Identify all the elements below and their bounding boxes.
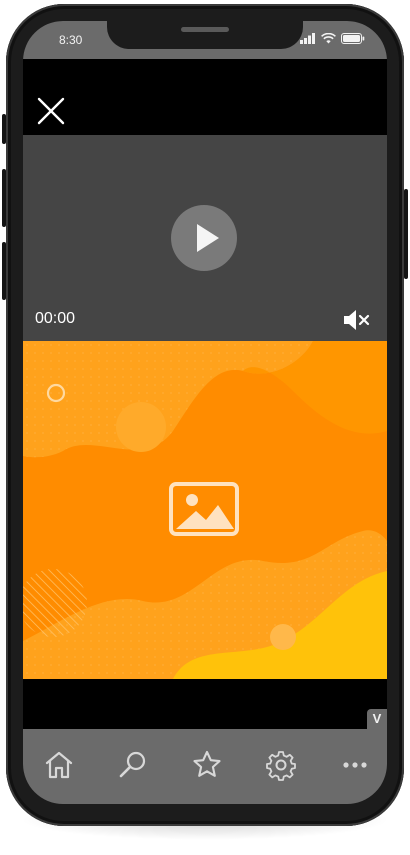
video-current-time: 00:00 — [35, 310, 76, 327]
more-icon — [343, 762, 367, 768]
image-placeholder — [168, 481, 240, 537]
status-time: 8:30 — [59, 33, 83, 47]
status-icons — [300, 33, 365, 44]
status-bar: 8:30 — [23, 21, 387, 59]
close-icon — [37, 97, 65, 125]
signal-icon — [300, 33, 315, 44]
play-button[interactable] — [171, 205, 237, 271]
video-player[interactable]: 00:00 — [23, 135, 387, 341]
play-icon — [197, 224, 219, 252]
image-icon — [169, 482, 239, 536]
v-badge[interactable]: V — [367, 709, 387, 729]
tab-bar — [23, 729, 387, 804]
bottom-bar: V — [23, 679, 387, 729]
battery-icon — [341, 33, 365, 44]
speaker-muted-icon — [344, 310, 370, 330]
speaker-grille — [181, 27, 229, 32]
side-button-left-1 — [2, 114, 6, 144]
tab-search[interactable] — [115, 747, 151, 783]
star-icon — [193, 750, 221, 777]
side-button-right — [404, 189, 408, 279]
tab-more[interactable] — [337, 747, 373, 783]
side-button-left-2 — [2, 169, 6, 227]
top-bar — [23, 59, 387, 135]
notch — [107, 21, 303, 49]
phone-screen: 8:30 00:00 V — [23, 21, 387, 804]
wifi-icon — [321, 33, 336, 44]
search-icon — [119, 751, 146, 778]
tab-settings[interactable] — [263, 747, 299, 783]
image-banner — [23, 341, 387, 679]
side-button-left-3 — [2, 242, 6, 300]
close-button[interactable] — [35, 95, 67, 127]
gear-icon — [266, 751, 296, 781]
home-icon — [45, 751, 73, 779]
mute-button[interactable] — [341, 307, 375, 333]
tab-favorites[interactable] — [189, 747, 225, 783]
tab-home[interactable] — [41, 747, 77, 783]
